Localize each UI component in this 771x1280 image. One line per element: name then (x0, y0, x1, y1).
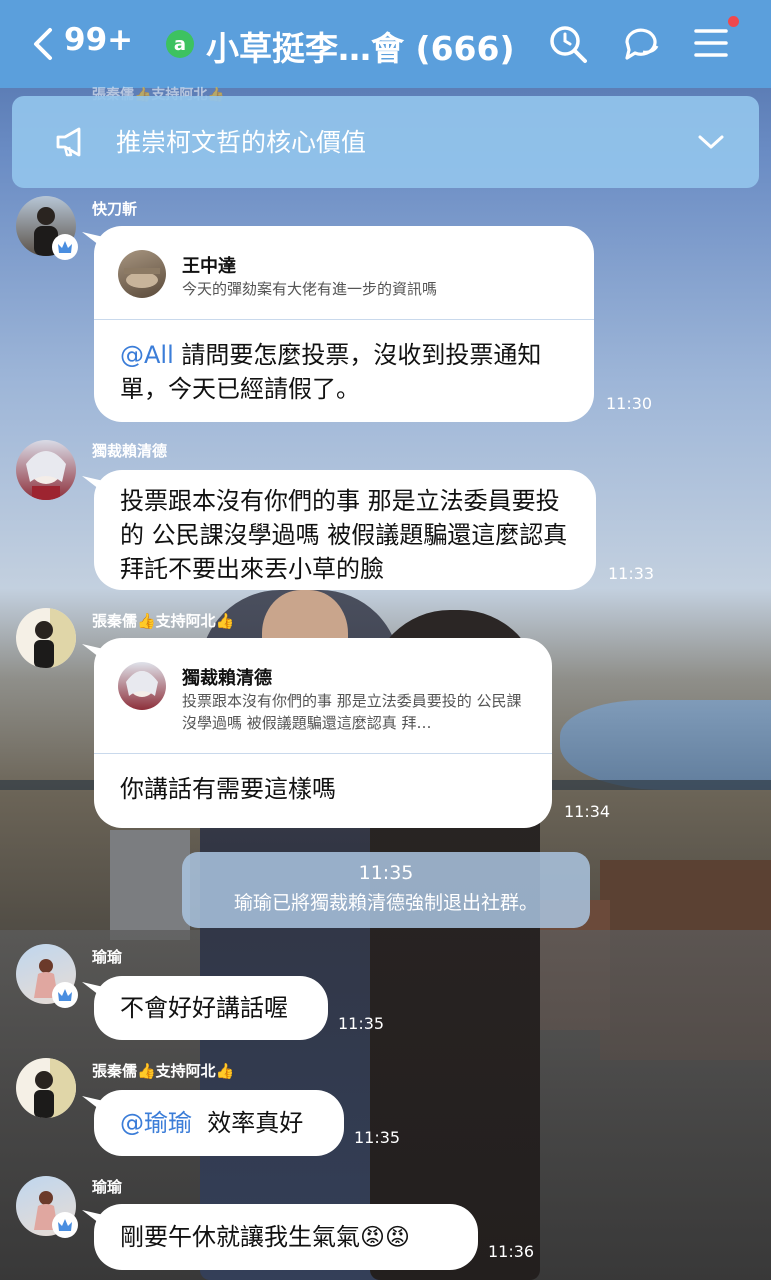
message-bubble[interactable]: 王中達 今天的彈劾案有大佬有進一步的資訊嗎 @All 請問要怎麼投票，沒收到投票… (94, 226, 594, 422)
system-notice: 11:35 瑜瑜已將獨裁賴清德強制退出社群。 (182, 852, 590, 928)
reply-avatar (118, 662, 166, 710)
chat-bubbles-icon[interactable] (619, 22, 663, 66)
avatar[interactable] (16, 1058, 76, 1118)
mention-tag[interactable]: @瑜瑜 (120, 1109, 192, 1137)
system-time: 11:35 (358, 862, 414, 884)
reply-avatar (118, 250, 166, 298)
reply-quote[interactable]: 獨裁賴清德 投票跟本沒有你們的事 那是立法委員要投的 公民課沒學過嗎 被假議題騙… (94, 638, 552, 754)
crown-icon (52, 234, 78, 260)
message-time: 11:34 (564, 802, 611, 821)
message-text: 不會好好講話喔 (120, 994, 288, 1022)
megaphone-icon (56, 127, 81, 157)
message-text: 投票跟本沒有你們的事 那是立法委員要投的 公民課沒學過嗎 被假議題騙還這麼認真 … (120, 487, 568, 583)
reply-sender-name: 王中達 (182, 256, 236, 277)
sender-name: 獨裁賴清德 (92, 442, 168, 460)
message-bubble[interactable]: @瑜瑜 效率真好 (94, 1090, 344, 1156)
message-text: @瑜瑜 效率真好 (120, 1109, 304, 1137)
mention-tag[interactable]: @All (120, 341, 174, 369)
sender-name: 瑜瑜 (92, 948, 123, 966)
message-text: 你講話有需要這樣嗎 (120, 775, 336, 803)
message-bubble[interactable]: 投票跟本沒有你們的事 那是立法委員要投的 公民課沒學過嗎 被假議題騙還這麼認真 … (94, 470, 596, 590)
sender-name: 瑜瑜 (92, 1178, 123, 1196)
sender-name: 快刀斬 (92, 200, 138, 218)
reply-sender-name: 獨裁賴清德 (182, 668, 272, 689)
message-time: 11:35 (338, 1014, 385, 1033)
message-time: 11:33 (608, 564, 655, 583)
back-arrow-icon[interactable] (24, 24, 64, 64)
message-time: 11:30 (606, 394, 653, 413)
menu-icon[interactable] (690, 22, 734, 66)
system-text: 瑜瑜已將獨裁賴清德強制退出社群。 (233, 892, 538, 914)
message-bubble[interactable]: 剛要午休就讓我生氣氣😡😡 (94, 1204, 478, 1270)
sender-name: 張秦儒👍支持阿北👍 (92, 612, 235, 630)
announcement-text: 推崇柯文哲的核心價值 (116, 128, 367, 157)
message-text: @All 請問要怎麼投票，沒收到投票通知單，今天已經請假了。 (120, 341, 542, 403)
message-time: 11:36 (488, 1242, 535, 1261)
crown-icon (52, 1212, 78, 1238)
notification-dot (728, 16, 739, 27)
sender-name: 張秦儒👍支持阿北👍 (92, 1062, 235, 1080)
avatar[interactable] (16, 440, 76, 500)
group-badge-icon: a (166, 30, 194, 58)
message-text: 剛要午休就讓我生氣氣😡😡 (120, 1223, 411, 1251)
message-time: 11:35 (354, 1128, 401, 1147)
announcement-banner[interactable]: 推崇柯文哲的核心價值 (12, 96, 759, 188)
avatar[interactable] (16, 608, 76, 668)
reply-text: 今天的彈劾案有大佬有進一步的資訊嗎 (182, 280, 438, 298)
unread-count[interactable]: 99+ (64, 22, 133, 58)
message-bubble[interactable]: 獨裁賴清德 投票跟本沒有你們的事 那是立法委員要投的 公民課沒學過嗎 被假議題騙… (94, 638, 552, 828)
chat-title[interactable]: 小草挺李…會 (666) (206, 22, 515, 70)
top-bar: 99+ a 小草挺李…會 (666) (0, 0, 771, 88)
reply-text: 投票跟本沒有你們的事 那是立法委員要投的 公民課沒學過嗎 被假議題騙還這麼認真 … (182, 692, 522, 732)
chevron-down-icon[interactable] (696, 132, 726, 152)
search-icon[interactable] (546, 22, 590, 66)
crown-icon (52, 982, 78, 1008)
message-bubble[interactable]: 不會好好講話喔 (94, 976, 328, 1040)
reply-quote[interactable]: 王中達 今天的彈劾案有大佬有進一步的資訊嗎 (94, 226, 594, 320)
